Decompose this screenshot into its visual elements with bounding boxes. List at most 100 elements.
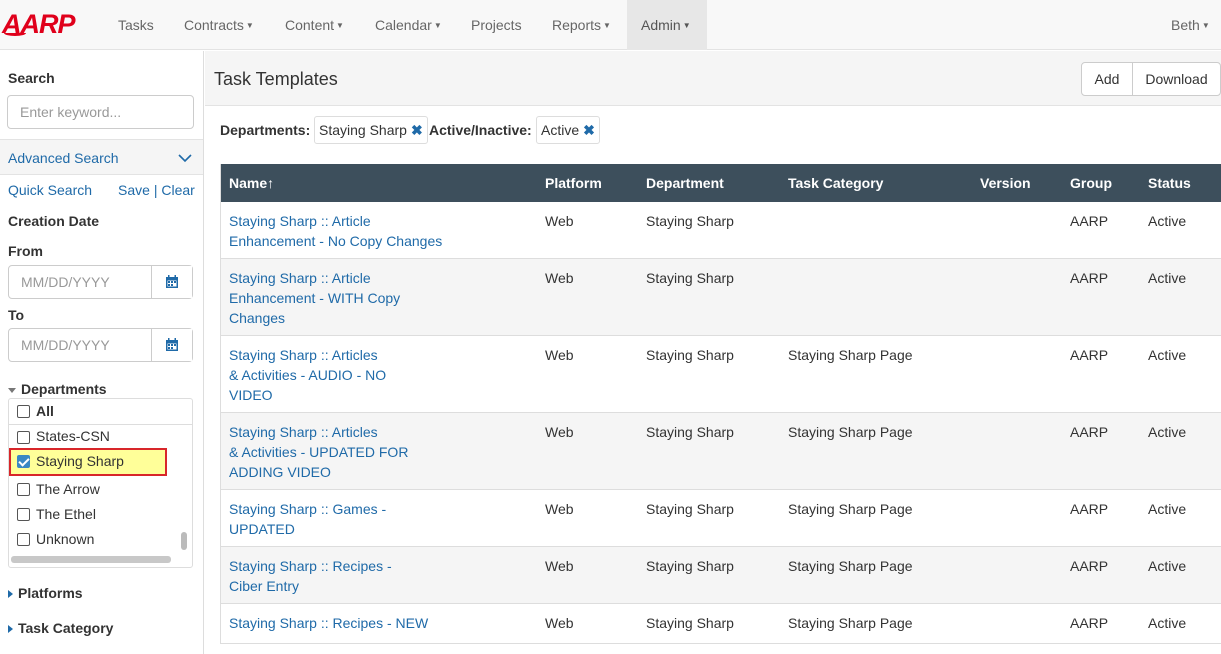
departments-list[interactable]: All States-CSN Staying Sharp The Arrow T… [8, 398, 193, 568]
to-label: To [8, 307, 25, 323]
table-row[interactable]: Staying Sharp :: Article Enhancement - No… [221, 202, 1221, 259]
template-name-link[interactable]: Staying Sharp :: Recipes - NEW [229, 613, 529, 633]
save-link[interactable]: Save [118, 182, 150, 198]
cell-group: AARP [1070, 558, 1109, 574]
caret-right-icon [8, 625, 13, 634]
cell-department: Staying Sharp [646, 558, 734, 574]
cell-status: Active [1148, 615, 1187, 631]
cell-group: AARP [1070, 270, 1109, 286]
platforms-label: Platforms [18, 585, 83, 601]
cell-department: Staying Sharp [646, 501, 734, 517]
table-row[interactable]: Staying Sharp :: Articles & Activities - … [221, 336, 1221, 413]
departments-toggle[interactable]: Departments [8, 381, 107, 397]
checkbox[interactable] [17, 508, 30, 521]
quick-search-link[interactable]: Quick Search [8, 182, 92, 198]
department-option-all[interactable]: All [9, 400, 192, 425]
nav-calendar[interactable]: Calendar ▼ [375, 0, 442, 50]
cell-status: Active [1148, 270, 1187, 286]
page-header: Task Templates [205, 51, 1221, 106]
column-header-name[interactable]: Name↑ [229, 173, 274, 193]
remove-filter-icon[interactable]: ✖ [411, 122, 423, 139]
top-navbar: AARP Tasks Contracts ▼ Content ▼ Calendar ▼… [0, 0, 1221, 50]
from-label: From [8, 243, 43, 259]
sidebar: Search Enter keyword... Advanced Search … [0, 51, 204, 654]
nav-tasks[interactable]: Tasks [118, 0, 154, 50]
departments-filter-label: Departments: [220, 122, 311, 138]
checkbox-checked[interactable] [17, 455, 30, 468]
search-input[interactable]: Enter keyword... [7, 95, 194, 129]
horizontal-scrollbar[interactable] [11, 556, 171, 563]
cell-platform: Web [545, 424, 574, 440]
table-row[interactable]: Staying Sharp :: Article Enhancement - WI… [221, 259, 1221, 336]
template-name-link[interactable]: Staying Sharp :: Games - UPDATED [229, 499, 459, 539]
department-option[interactable]: The Arrow [9, 477, 177, 502]
calendar-icon[interactable] [151, 329, 192, 361]
column-header-group[interactable]: Group [1070, 173, 1112, 193]
remove-filter-icon[interactable]: ✖ [583, 122, 595, 139]
filter-value: Active [541, 122, 580, 138]
creation-date-label: Creation Date [8, 213, 100, 229]
cell-status: Active [1148, 424, 1187, 440]
caret-down-icon: ▼ [245, 21, 254, 31]
template-name-link[interactable]: Staying Sharp :: Recipes - Ciber Entry [229, 556, 459, 596]
to-date-input[interactable]: MM/DD/YYYY [8, 328, 193, 362]
cell-platform: Web [545, 615, 574, 631]
column-header-status[interactable]: Status [1148, 173, 1191, 193]
caret-down-icon: ▼ [1201, 21, 1210, 31]
cell-platform: Web [545, 213, 574, 229]
caret-down-icon: ▼ [682, 21, 691, 31]
department-label: The Ethel [36, 506, 96, 522]
user-menu[interactable]: Beth ▼ [1171, 0, 1210, 50]
nav-projects[interactable]: Projects [471, 0, 522, 50]
department-option[interactable]: The Ethel [9, 502, 177, 527]
clear-link[interactable]: Clear [161, 182, 194, 198]
table-header: Name↑ Platform Department Task Category … [221, 164, 1221, 202]
cell-platform: Web [545, 558, 574, 574]
to-date-field[interactable]: MM/DD/YYYY [9, 329, 151, 361]
column-header-department[interactable]: Department [646, 173, 724, 193]
department-option[interactable]: Unknown [9, 527, 177, 552]
cell-category: Staying Sharp Page [788, 347, 913, 363]
advanced-search-label[interactable]: Advanced Search [8, 150, 119, 166]
nav-reports[interactable]: Reports ▼ [552, 0, 611, 50]
cell-group: AARP [1070, 424, 1109, 440]
checkbox[interactable] [17, 431, 30, 444]
table-row[interactable]: Staying Sharp :: Games - UPDATED Web Stay… [221, 490, 1221, 547]
from-date-input[interactable]: MM/DD/YYYY [8, 265, 193, 299]
chevron-down-icon [178, 154, 192, 163]
cell-category: Staying Sharp Page [788, 501, 913, 517]
department-label: The Arrow [36, 481, 100, 497]
platforms-toggle[interactable]: Platforms [8, 585, 83, 601]
cell-status: Active [1148, 558, 1187, 574]
search-label: Search [8, 70, 55, 86]
department-option-staying-sharp[interactable]: Staying Sharp [9, 448, 167, 476]
template-name-link[interactable]: Staying Sharp :: Articles & Activities - … [229, 422, 459, 482]
column-header-task-category[interactable]: Task Category [788, 173, 883, 193]
task-category-toggle[interactable]: Task Category [8, 620, 113, 636]
table-row[interactable]: Staying Sharp :: Recipes - Ciber Entry We… [221, 547, 1221, 604]
caret-right-icon [8, 590, 13, 599]
vertical-scrollbar[interactable] [181, 532, 187, 550]
department-label: All [36, 403, 54, 419]
table-row[interactable]: Staying Sharp :: Recipes - NEW Web Stayi… [221, 604, 1221, 644]
template-name-link[interactable]: Staying Sharp :: Article Enhancement - No… [229, 211, 459, 251]
download-button[interactable]: Download [1132, 62, 1221, 96]
calendar-icon[interactable] [151, 266, 192, 298]
from-date-field[interactable]: MM/DD/YYYY [9, 266, 151, 298]
table-row[interactable]: Staying Sharp :: Articles & Activities - … [221, 413, 1221, 490]
checkbox[interactable] [17, 533, 30, 546]
nav-contracts[interactable]: Contracts ▼ [184, 0, 254, 50]
advanced-search-toggle[interactable]: Advanced Search [0, 139, 203, 175]
save-clear-links: Save | Clear [118, 182, 195, 198]
template-name-link[interactable]: Staying Sharp :: Articles & Activities - … [229, 345, 459, 405]
template-name-link[interactable]: Staying Sharp :: Article Enhancement - WI… [229, 268, 459, 328]
nav-content[interactable]: Content ▼ [285, 0, 344, 50]
checkbox[interactable] [17, 405, 30, 418]
cell-department: Staying Sharp [646, 213, 734, 229]
checkbox[interactable] [17, 483, 30, 496]
add-button[interactable]: Add [1081, 62, 1133, 96]
nav-admin[interactable]: Admin ▼ [627, 0, 707, 50]
column-header-platform[interactable]: Platform [545, 173, 602, 193]
column-header-version[interactable]: Version [980, 173, 1031, 193]
active-filter-tag: Active ✖ [536, 116, 600, 144]
